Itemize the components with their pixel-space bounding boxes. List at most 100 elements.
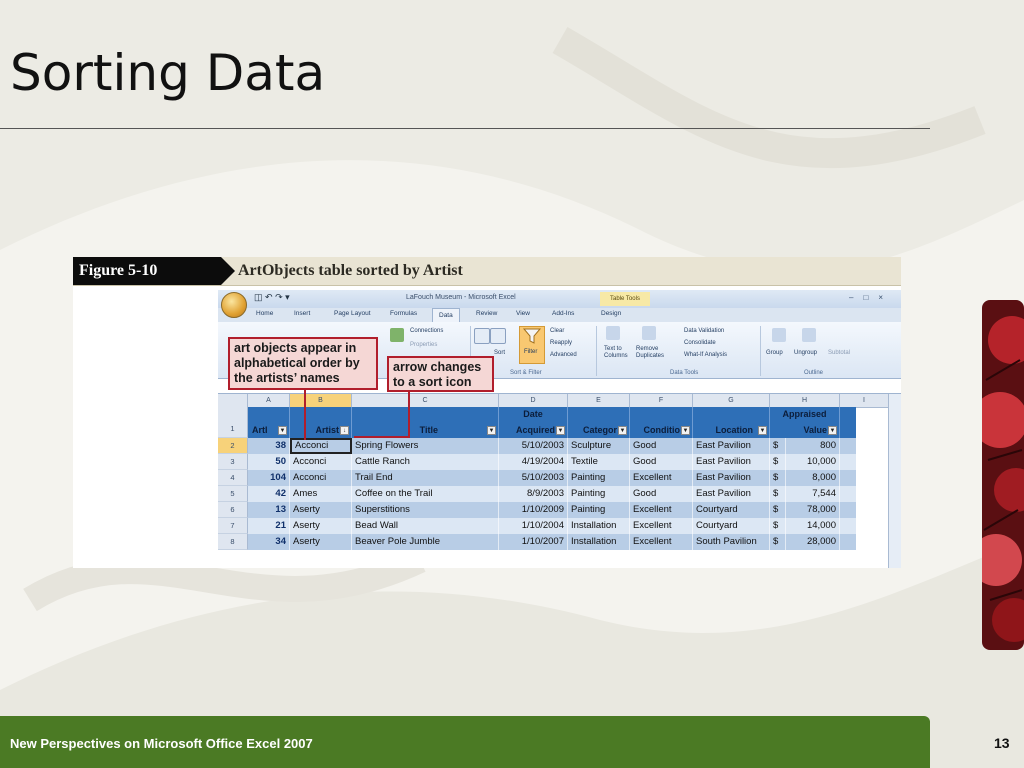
cell-currency[interactable]: $ [770, 486, 786, 502]
filter-dropdown-icon[interactable]: ▼ [828, 426, 837, 435]
reapply-button[interactable]: Reapply [550, 340, 572, 346]
cell-category[interactable]: Painting [568, 502, 630, 518]
remove-duplicates-icon[interactable] [642, 326, 656, 340]
cell-artid[interactable]: 34 [248, 534, 290, 550]
row-header[interactable]: 8 [218, 534, 248, 550]
header-date-acquired[interactable]: Date Acquired ▼ [499, 407, 568, 438]
cell-value[interactable]: 800 [786, 438, 840, 454]
cell-date[interactable]: 1/10/2007 [499, 534, 568, 550]
column-header-b[interactable]: B [290, 394, 352, 407]
cell-location[interactable]: East Pavilion [693, 438, 770, 454]
cell-value[interactable]: 10,000 [786, 454, 840, 470]
cell-artist-active[interactable]: Acconci [290, 438, 352, 454]
cell-value[interactable]: 28,000 [786, 534, 840, 550]
tab-add-ins[interactable]: Add-Ins [552, 310, 574, 317]
tab-page-layout[interactable]: Page Layout [334, 310, 371, 317]
cell-category[interactable]: Painting [568, 470, 630, 486]
row-header[interactable]: 5 [218, 486, 248, 502]
text-to-columns-button[interactable]: Text to Columns [604, 346, 632, 360]
cell-condition[interactable]: Good [630, 486, 693, 502]
cell-title[interactable]: Beaver Pole Jumble [352, 534, 499, 550]
cell-artist[interactable]: Acconci [290, 454, 352, 470]
cell-date[interactable]: 5/10/2003 [499, 438, 568, 454]
cell-artid[interactable]: 38 [248, 438, 290, 454]
cell-condition[interactable]: Excellent [630, 534, 693, 550]
what-if-analysis-button[interactable]: What-If Analysis [684, 352, 727, 358]
sort-za-icon[interactable] [490, 328, 506, 344]
row-header[interactable]: 1 [218, 407, 248, 438]
cell-artist[interactable]: Aserty [290, 518, 352, 534]
tab-view[interactable]: View [516, 310, 530, 317]
table-row[interactable]: 21 Aserty Bead Wall 1/10/2004 Installati… [248, 518, 856, 534]
column-header-f[interactable]: F [630, 394, 693, 407]
cell-date[interactable]: 5/10/2003 [499, 470, 568, 486]
cell-condition[interactable]: Excellent [630, 518, 693, 534]
tab-home[interactable]: Home [256, 310, 273, 317]
window-controls[interactable]: –□× [849, 293, 893, 302]
group-button[interactable]: Group [766, 350, 783, 356]
filter-dropdown-icon[interactable]: ▼ [556, 426, 565, 435]
header-category[interactable]: Categor ▼ [568, 407, 630, 438]
table-row[interactable]: 104 Acconci Trail End 5/10/2003 Painting… [248, 470, 856, 486]
filter-dropdown-icon[interactable]: ▼ [278, 426, 287, 435]
filter-dropdown-icon[interactable]: ▼ [681, 426, 690, 435]
header-artid[interactable]: ArtI ▼ [248, 407, 290, 438]
customize-qat-icon[interactable]: ▾ [285, 292, 290, 302]
cell-title[interactable]: Trail End [352, 470, 499, 486]
header-condition[interactable]: Conditio ▼ [630, 407, 693, 438]
text-to-columns-icon[interactable] [606, 326, 620, 340]
cell-artid[interactable]: 104 [248, 470, 290, 486]
cell-category[interactable]: Painting [568, 486, 630, 502]
cell-artist[interactable]: Aserty [290, 534, 352, 550]
cell-artid[interactable]: 21 [248, 518, 290, 534]
cell-location[interactable]: East Pavilion [693, 486, 770, 502]
cell-location[interactable]: East Pavilion [693, 454, 770, 470]
cell-date[interactable]: 1/10/2009 [499, 502, 568, 518]
cell-condition[interactable]: Good [630, 438, 693, 454]
ungroup-icon[interactable] [802, 328, 816, 342]
cell-currency[interactable]: $ [770, 518, 786, 534]
undo-icon[interactable]: ↶ [265, 292, 273, 302]
cell-artid[interactable]: 42 [248, 486, 290, 502]
tab-insert[interactable]: Insert [294, 310, 310, 317]
close-icon[interactable]: × [878, 293, 893, 302]
group-icon[interactable] [772, 328, 786, 342]
quick-access-toolbar[interactable]: ◫ ↶ ↷ ▾ [254, 292, 290, 303]
column-header-i[interactable]: I [840, 394, 889, 407]
table-row[interactable]: 50 Acconci Cattle Ranch 4/19/2004 Textil… [248, 454, 856, 470]
table-row[interactable]: 34 Aserty Beaver Pole Jumble 1/10/2007 I… [248, 534, 856, 550]
cell-artid[interactable]: 13 [248, 502, 290, 518]
cell-currency[interactable]: $ [770, 438, 786, 454]
cell-title[interactable]: Superstitions [352, 502, 499, 518]
filter-dropdown-icon[interactable]: ▼ [618, 426, 627, 435]
filter-button[interactable]: Filter [519, 326, 545, 364]
cell-artid[interactable]: 50 [248, 454, 290, 470]
row-header[interactable]: 4 [218, 470, 248, 486]
refresh-icon[interactable] [390, 328, 404, 342]
cell-currency[interactable]: $ [770, 534, 786, 550]
header-location[interactable]: Location ▼ [693, 407, 770, 438]
column-header-g[interactable]: G [693, 394, 770, 407]
cell-title[interactable]: Spring Flowers [352, 438, 499, 454]
sort-ascending-icon[interactable]: ↓ [340, 426, 349, 435]
column-header-c[interactable]: C [352, 394, 499, 407]
save-icon[interactable]: ◫ [254, 292, 263, 302]
row-header[interactable]: 7 [218, 518, 248, 534]
row-header[interactable]: 3 [218, 454, 248, 470]
cell-artist[interactable]: Acconci [290, 470, 352, 486]
column-header-h[interactable]: H [770, 394, 840, 407]
cell-artist[interactable]: Aserty [290, 502, 352, 518]
select-all-corner[interactable] [218, 394, 248, 407]
vertical-scrollbar[interactable] [888, 394, 901, 568]
cell-condition[interactable]: Excellent [630, 470, 693, 486]
table-row[interactable]: 42 Ames Coffee on the Trail 8/9/2003 Pai… [248, 486, 856, 502]
cell-date[interactable]: 4/19/2004 [499, 454, 568, 470]
cell-category[interactable]: Installation [568, 534, 630, 550]
cell-currency[interactable]: $ [770, 470, 786, 486]
column-header-a[interactable]: A [248, 394, 290, 407]
cell-category[interactable]: Installation [568, 518, 630, 534]
header-artist[interactable]: Artist ↓ [290, 407, 352, 438]
sort-az-icon[interactable] [474, 328, 490, 344]
maximize-icon[interactable]: □ [863, 293, 878, 302]
sort-button[interactable]: Sort [494, 350, 505, 356]
